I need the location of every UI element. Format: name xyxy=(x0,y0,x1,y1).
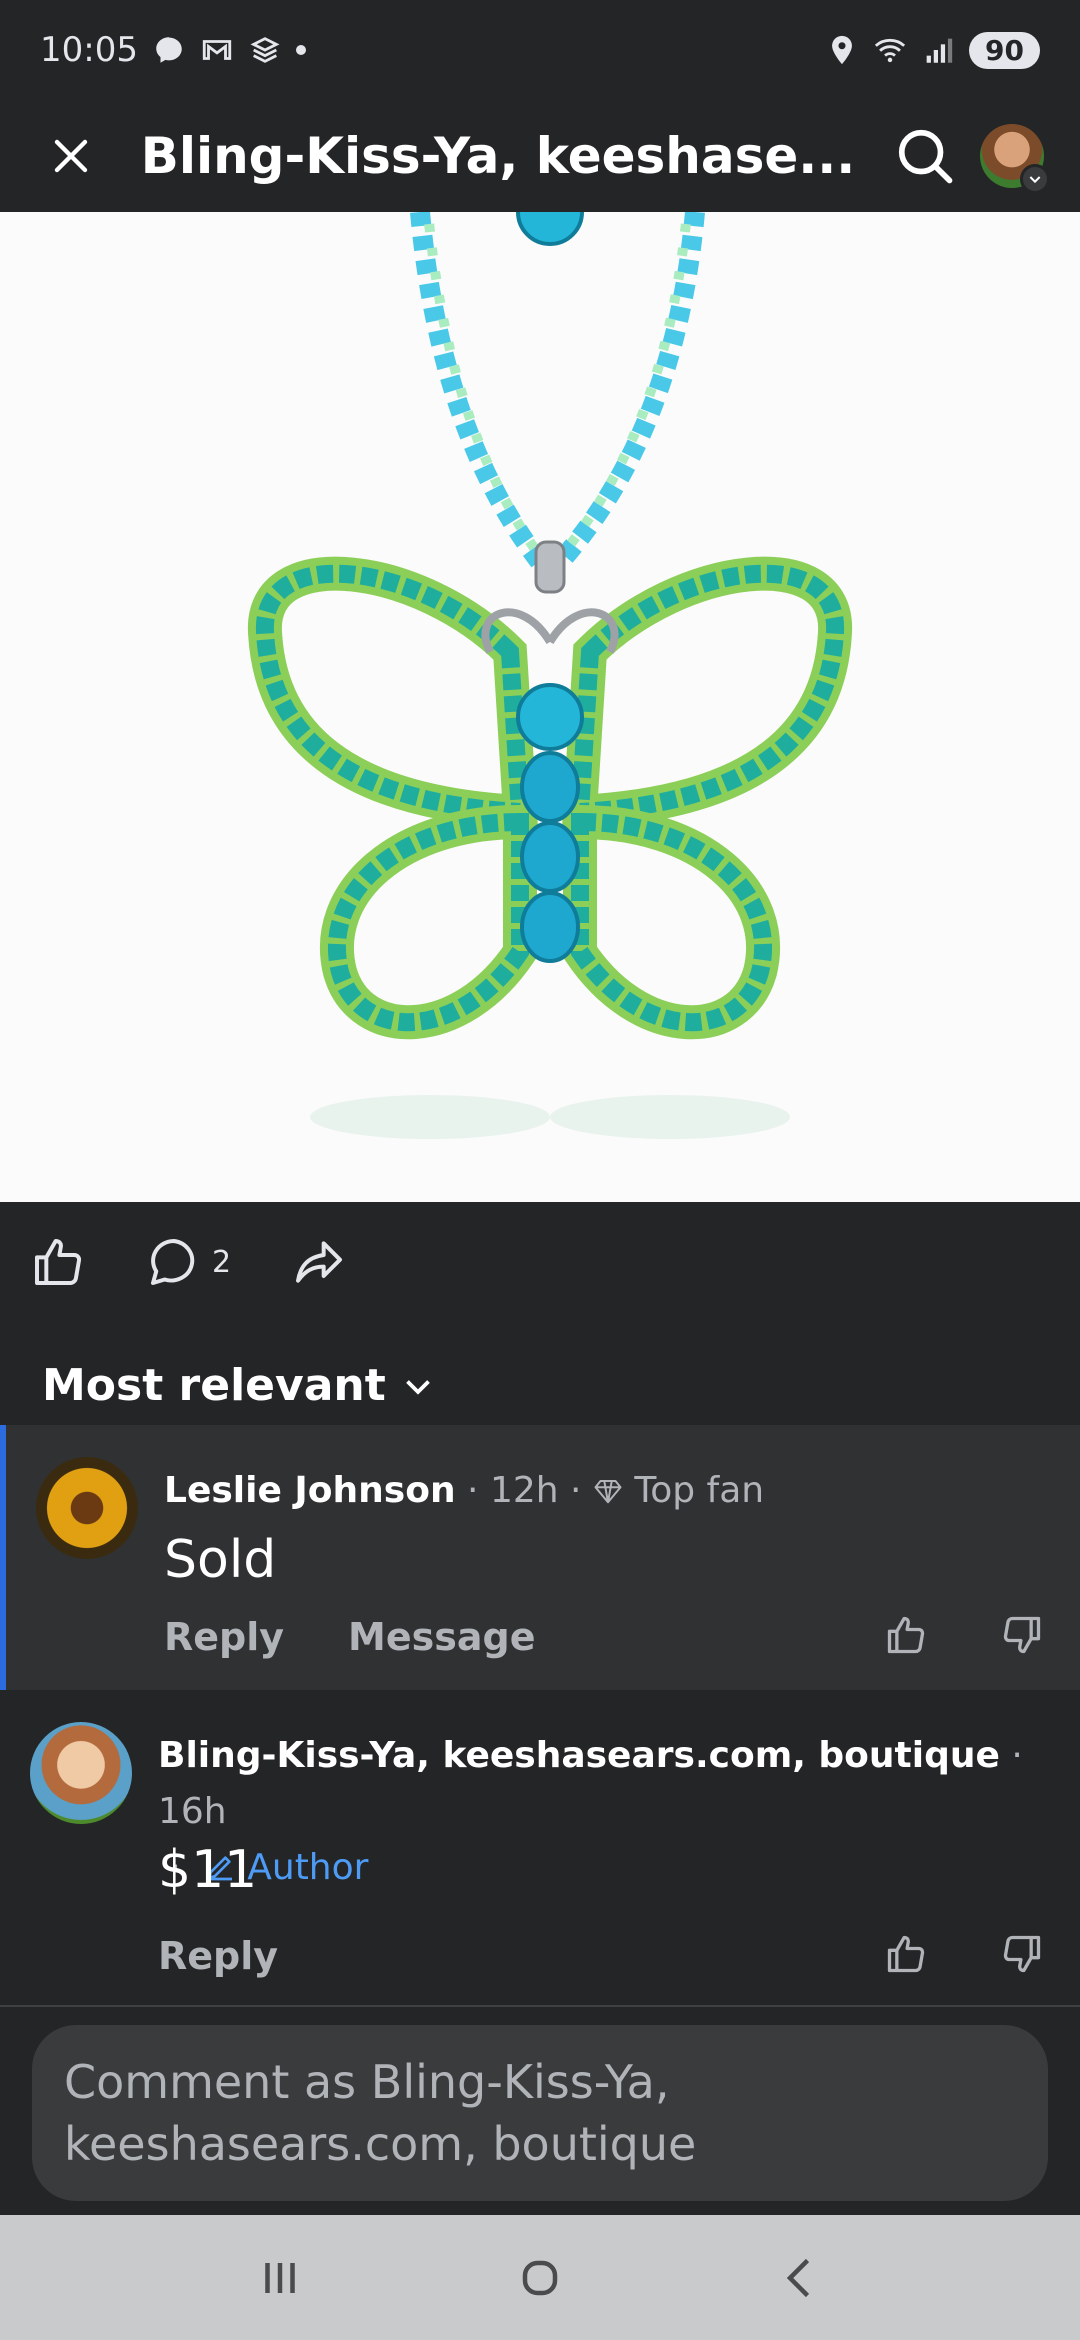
sort-dropdown[interactable]: Most relevant xyxy=(42,1360,436,1411)
search-icon xyxy=(898,129,953,184)
battery-indicator: 90 xyxy=(969,31,1040,69)
gmail-icon xyxy=(202,40,232,60)
post-header: Bling-Kiss-Ya, keeshase... xyxy=(0,100,1080,212)
comment-header: Bling-Kiss-Ya, keeshasears.com, boutique… xyxy=(158,1735,1023,1888)
thumbs-up-icon xyxy=(35,1239,81,1285)
reply-link[interactable]: Reply xyxy=(158,1934,278,1978)
status-time: 10:05 xyxy=(40,30,138,70)
close-icon xyxy=(54,139,88,173)
back-icon[interactable] xyxy=(770,2248,830,2308)
notification-dot-icon xyxy=(295,45,306,55)
close-button[interactable] xyxy=(36,121,106,191)
wifi-icon xyxy=(874,38,906,63)
profile-avatar[interactable] xyxy=(980,124,1050,194)
reply-link[interactable]: Reply xyxy=(164,1615,284,1659)
messenger-icon xyxy=(156,37,182,63)
comment-header: Leslie Johnson · 12h · Top fan xyxy=(164,1470,765,1511)
comment-composer-area: Comment as Bling-Kiss-Ya, keeshasears.co… xyxy=(0,2005,1080,2215)
comment-links: Reply xyxy=(158,1934,278,1978)
comment-links: Reply Message xyxy=(164,1615,535,1659)
comment-time[interactable]: 12h xyxy=(490,1470,559,1511)
system-nav-bar xyxy=(0,2215,1080,2340)
message-link[interactable]: Message xyxy=(348,1615,535,1659)
stack-icon xyxy=(250,37,280,63)
page-title: Bling-Kiss-Ya, keeshase... xyxy=(140,127,856,185)
comment-reactions xyxy=(884,1613,1044,1657)
comment-time[interactable]: 16h xyxy=(158,1791,227,1832)
thumbs-up-icon[interactable] xyxy=(884,1613,928,1657)
comment-count: 2 xyxy=(212,1244,232,1280)
top-fan-badge: Top fan xyxy=(634,1470,765,1511)
search-button[interactable] xyxy=(890,121,960,191)
commenter-avatar[interactable] xyxy=(30,1722,132,1824)
thumbs-down-icon[interactable] xyxy=(1000,1932,1044,1976)
comment-item: Bling-Kiss-Ya, keeshasears.com, boutique… xyxy=(0,1690,1080,2005)
share-icon xyxy=(296,1241,343,1283)
butterfly-necklace-image xyxy=(247,212,853,1139)
chevron-down-icon xyxy=(1020,164,1050,194)
post-photo[interactable] xyxy=(0,212,1080,1202)
comment-text: Sold xyxy=(164,1530,277,1590)
thumbs-down-icon[interactable] xyxy=(1000,1613,1044,1657)
commenter-name[interactable]: Bling-Kiss-Ya, keeshasears.com, boutique xyxy=(158,1735,1000,1776)
comment-input[interactable]: Comment as Bling-Kiss-Ya, keeshasears.co… xyxy=(32,2025,1048,2201)
comment-item: Leslie Johnson · 12h · Top fan Sold Repl… xyxy=(0,1425,1080,1690)
sort-label: Most relevant xyxy=(42,1360,386,1411)
location-icon xyxy=(832,35,852,65)
thumbs-up-icon[interactable] xyxy=(884,1932,928,1976)
commenter-avatar[interactable] xyxy=(36,1457,138,1559)
post-actions: 2 xyxy=(0,1202,1080,1322)
signal-icon xyxy=(926,38,953,63)
home-icon[interactable] xyxy=(510,2248,570,2308)
comment-text: $11 xyxy=(158,1840,258,1900)
diamond-icon xyxy=(594,1480,622,1504)
chevron-down-icon xyxy=(405,1379,430,1395)
comment-reactions xyxy=(884,1932,1044,1976)
commenter-name[interactable]: Leslie Johnson xyxy=(164,1470,456,1511)
comment-button[interactable]: 2 xyxy=(146,1234,231,1290)
status-bar: 10:05 90 xyxy=(0,0,1080,100)
comment-icon xyxy=(151,1239,195,1285)
author-badge: Author xyxy=(247,1847,369,1888)
share-button[interactable] xyxy=(291,1234,347,1290)
recent-apps-icon[interactable] xyxy=(250,2248,310,2308)
like-button[interactable] xyxy=(30,1234,86,1290)
